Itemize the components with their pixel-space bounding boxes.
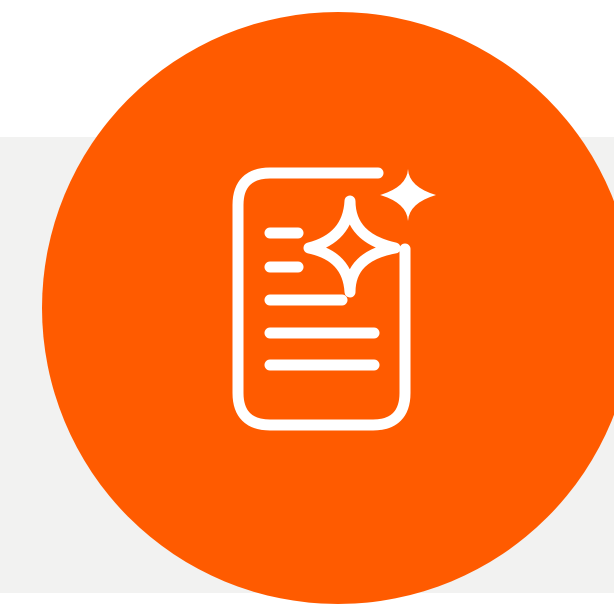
accent-circle [42, 12, 614, 604]
